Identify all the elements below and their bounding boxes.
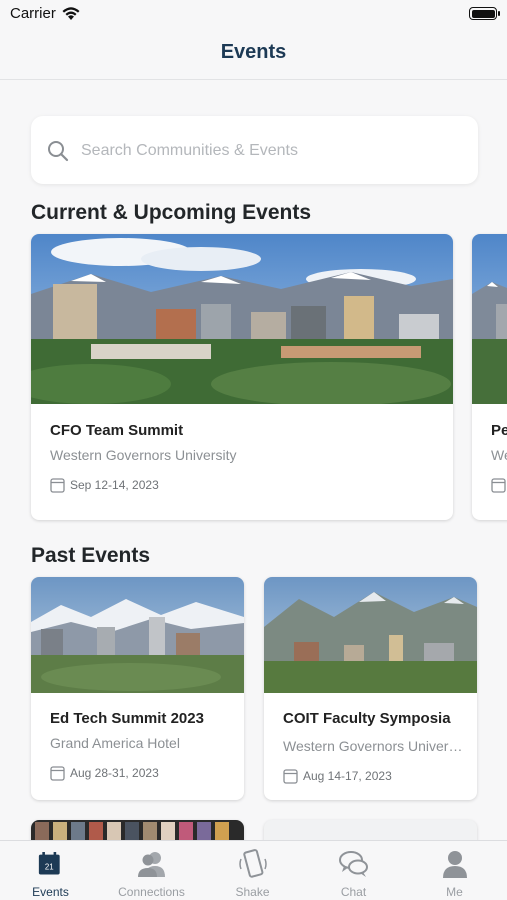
chat-bubbles-icon	[339, 851, 368, 877]
event-title: COIT Faculty Symposia	[283, 710, 451, 727]
navigation-bar: Events	[0, 30, 507, 80]
event-venue: We	[491, 447, 507, 463]
calendar-icon	[283, 769, 298, 784]
event-card-coit-faculty-symposia[interactable]: COIT Faculty Symposia Western Governors …	[264, 577, 477, 800]
calendar-icon	[50, 478, 65, 493]
wifi-icon	[62, 7, 80, 20]
event-image	[31, 234, 453, 404]
tab-me[interactable]: Me	[404, 841, 505, 900]
tab-label: Me	[446, 885, 463, 899]
search-icon	[48, 141, 69, 162]
event-image	[31, 577, 244, 693]
tab-label: Shake	[235, 885, 270, 899]
event-image	[31, 820, 244, 840]
event-venue: Western Governors University	[283, 738, 463, 754]
event-image	[264, 577, 477, 693]
tab-bar: 21 Events Connections Shake Chat Me	[0, 840, 507, 900]
people-icon	[138, 852, 165, 877]
event-image	[472, 234, 507, 404]
event-date: Aug 28-31, 2023	[70, 766, 159, 780]
tab-events[interactable]: 21 Events	[0, 841, 101, 900]
shake-phone-icon	[239, 849, 267, 878]
event-title: Pe	[491, 422, 507, 439]
search-bar[interactable]: Search Communities & Events	[31, 116, 478, 184]
event-venue: Grand America Hotel	[50, 735, 180, 751]
calendar-badge: 21	[45, 862, 54, 871]
section-heading-past: Past Events	[31, 544, 151, 567]
tab-chat[interactable]: Chat	[303, 841, 404, 900]
calendar-icon	[50, 766, 65, 781]
search-input[interactable]: Search Communities & Events	[81, 142, 298, 160]
event-title: CFO Team Summit	[50, 422, 184, 439]
calendar-icon: 21	[38, 852, 60, 875]
event-venue: Western Governors University	[50, 447, 237, 463]
tab-label: Chat	[340, 885, 367, 899]
event-card-ed-tech-summit[interactable]: Ed Tech Summit 2023 Grand America Hotel …	[31, 577, 244, 800]
event-date: Sep 12-14, 2023	[70, 478, 159, 492]
tab-label: Connections	[118, 885, 185, 899]
battery-icon	[469, 7, 500, 20]
event-title: Ed Tech Summit 2023	[50, 710, 204, 727]
page-title: Events	[220, 41, 287, 63]
person-icon	[443, 851, 467, 878]
event-card-partial[interactable]: Pe We	[472, 234, 507, 520]
calendar-icon	[491, 478, 506, 493]
tab-label: Events	[32, 885, 69, 899]
status-bar: Carrier	[0, 0, 507, 30]
carrier-label: Carrier	[10, 5, 56, 22]
tab-shake[interactable]: Shake	[202, 841, 303, 900]
event-date: Aug 14-17, 2023	[303, 769, 392, 783]
section-heading-current: Current & Upcoming Events	[31, 201, 312, 224]
event-card-cfo-team-summit[interactable]: CFO Team Summit Western Governors Univer…	[31, 234, 453, 520]
tab-connections[interactable]: Connections	[101, 841, 202, 900]
